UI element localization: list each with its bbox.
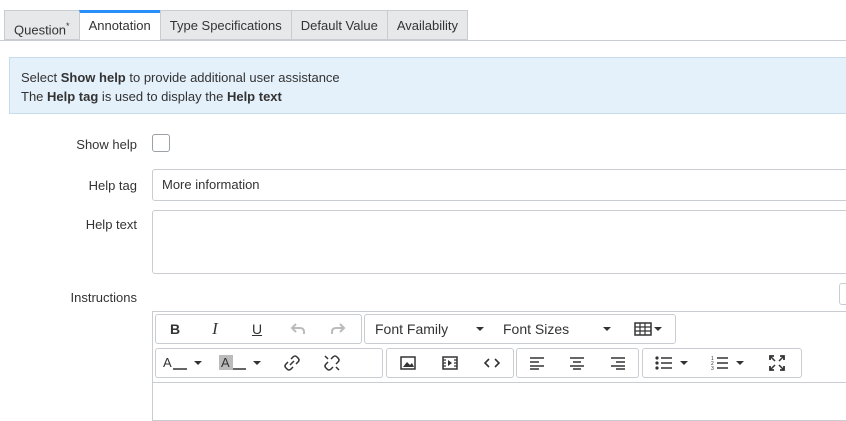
text-color-icon: A — [163, 355, 187, 370]
tab-default-value[interactable]: Default Value — [290, 10, 387, 40]
toolbar-group-lists: 123 — [642, 348, 802, 378]
help-tag-label: Help tag — [88, 178, 137, 193]
numbered-list-button[interactable]: 123 — [699, 349, 755, 377]
align-right-button[interactable] — [598, 349, 638, 377]
font-sizes-label: Font Sizes — [503, 321, 570, 337]
required-marker: * — [66, 21, 70, 31]
undo-icon — [290, 323, 305, 334]
tab-annotation[interactable]: Annotation — [78, 10, 160, 41]
table-icon — [634, 322, 652, 336]
tab-question[interactable]: Question* — [4, 10, 79, 40]
tab-label: Type Specifications — [169, 18, 282, 33]
align-left-button[interactable] — [517, 349, 557, 377]
instructions-toggle[interactable] — [839, 283, 846, 305]
info-line-2: The Help tag is used to display the Help… — [21, 87, 835, 106]
tab-bar: Question* Annotation Type Specifications… — [4, 10, 469, 41]
toolbar-group-font: Font Family Font Sizes — [364, 314, 676, 344]
align-right-icon — [610, 357, 625, 370]
svg-text:A: A — [163, 355, 172, 370]
show-help-label: Show help — [76, 137, 137, 152]
numbered-list-icon: 123 — [711, 356, 728, 371]
instructions-label: Instructions — [70, 290, 137, 305]
background-color-button[interactable]: A — [208, 349, 272, 377]
info-bold: Help tag — [47, 89, 99, 104]
toolbar-group-color: A A — [155, 348, 383, 378]
info-bold: Help text — [226, 89, 282, 104]
editor-toolbar-divider — [152, 382, 846, 383]
info-line-1: Select Show help to provide additional u… — [21, 68, 835, 87]
tab-divider — [0, 40, 846, 41]
image-icon — [400, 356, 416, 370]
chevron-down-icon — [194, 361, 202, 365]
video-icon — [442, 356, 458, 370]
info-text: is used to display the — [98, 89, 227, 104]
undo-button[interactable] — [278, 315, 318, 343]
chevron-down-icon — [654, 327, 662, 331]
toolbar-group-align — [516, 348, 639, 378]
help-text-textarea[interactable] — [152, 210, 846, 274]
align-left-icon — [530, 357, 545, 370]
toolbar-group-format: B I U — [155, 314, 362, 344]
tab-label: Availability — [396, 18, 459, 33]
svg-text:A: A — [221, 355, 230, 370]
tab-label: Annotation — [88, 18, 151, 33]
fullscreen-icon — [769, 355, 785, 371]
svg-text:3: 3 — [711, 366, 714, 371]
toolbar-group-insert — [386, 348, 514, 378]
show-help-checkbox[interactable] — [152, 134, 170, 152]
text-color-button[interactable]: A — [156, 349, 208, 377]
table-button[interactable] — [621, 315, 675, 343]
insert-image-button[interactable] — [387, 349, 429, 377]
help-text-label: Help text — [85, 217, 137, 232]
info-message: Select Show help to provide additional u… — [9, 57, 846, 114]
chevron-down-icon — [476, 327, 485, 331]
code-icon — [484, 358, 500, 368]
align-center-button[interactable] — [557, 349, 597, 377]
fullscreen-button[interactable] — [755, 349, 799, 377]
insert-video-button[interactable] — [429, 349, 471, 377]
italic-button[interactable]: I — [194, 315, 236, 343]
tab-label: Default Value — [300, 18, 378, 33]
insert-link-button[interactable] — [272, 349, 312, 377]
source-code-button[interactable] — [471, 349, 513, 377]
chevron-down-icon — [253, 361, 261, 365]
chevron-down-icon — [735, 361, 744, 365]
tab-availability[interactable]: Availability — [386, 10, 469, 40]
align-center-icon — [570, 357, 585, 370]
info-text: to provide additional user assistance — [125, 70, 340, 85]
underline-button[interactable]: U — [236, 315, 278, 343]
font-family-select[interactable]: Font Family — [365, 315, 493, 343]
info-bold: Show help — [60, 70, 126, 85]
font-sizes-select[interactable]: Font Sizes — [493, 315, 621, 343]
redo-button[interactable] — [318, 315, 358, 343]
bullet-list-button[interactable] — [643, 349, 699, 377]
bold-button[interactable]: B — [156, 315, 194, 343]
chevron-down-icon — [679, 361, 688, 365]
info-text: The — [21, 89, 48, 104]
tab-label: Question — [14, 22, 67, 38]
unlink-icon — [324, 355, 340, 371]
background-color-icon: A — [219, 355, 246, 370]
info-text: Select — [21, 70, 61, 85]
tab-type-specifications[interactable]: Type Specifications — [159, 10, 291, 40]
link-icon — [284, 355, 300, 371]
bullet-list-icon — [654, 356, 672, 370]
chevron-down-icon — [603, 327, 612, 331]
redo-icon — [331, 323, 346, 334]
remove-link-button[interactable] — [312, 349, 352, 377]
help-tag-input[interactable]: More information — [152, 169, 846, 201]
font-family-label: Font Family — [375, 321, 449, 337]
